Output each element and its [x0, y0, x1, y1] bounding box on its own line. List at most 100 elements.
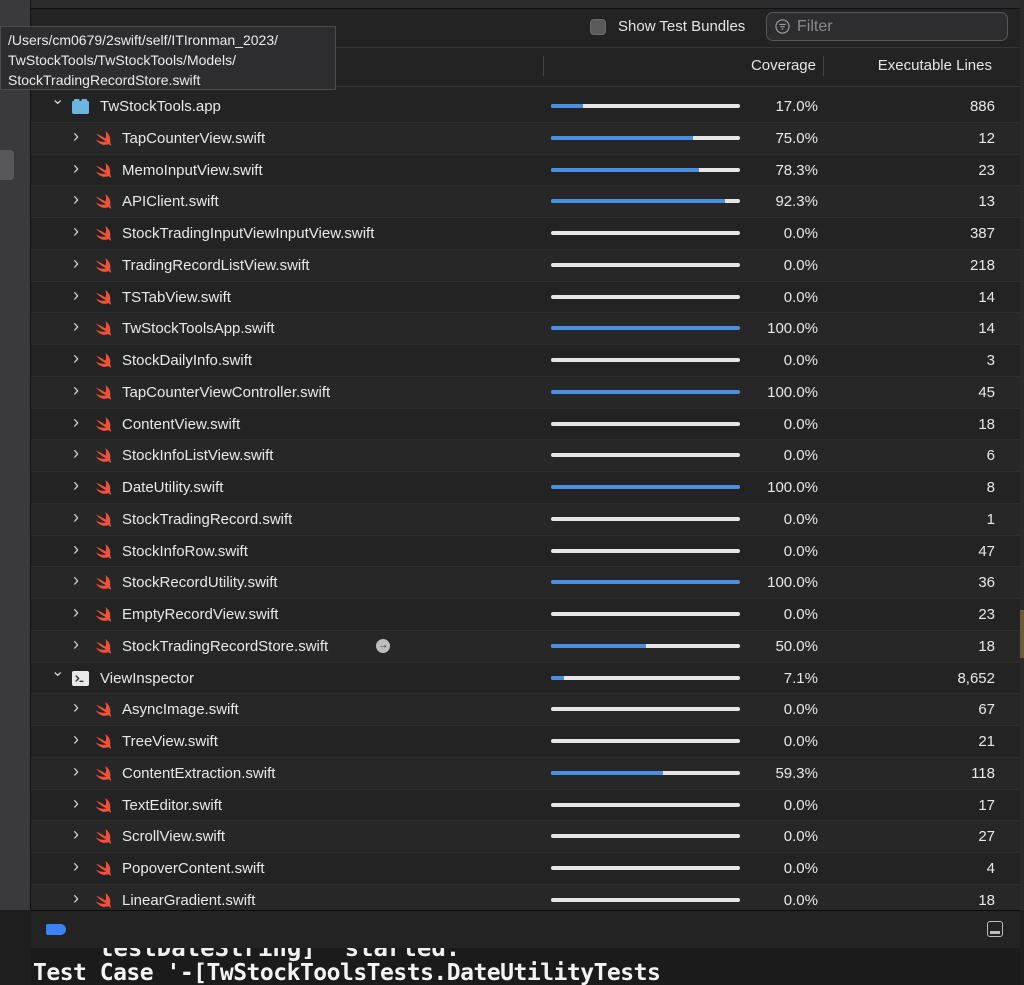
disclosure-collapsed-icon[interactable]: › [73, 381, 85, 399]
disclosure-collapsed-icon[interactable]: › [73, 254, 85, 272]
disclosure-collapsed-icon[interactable]: › [73, 857, 85, 875]
disclosure-collapsed-icon[interactable]: › [73, 571, 85, 589]
file-row[interactable]: › StockDailyInfo.swift 0.0% 3 [31, 345, 1020, 377]
coverage-bar-fill [551, 770, 664, 775]
coverage-percent: 0.0% [783, 828, 818, 846]
swift-icon [95, 321, 112, 337]
jump-to-file-icon[interactable]: → [376, 638, 391, 653]
disclosure-collapsed-icon[interactable]: › [73, 603, 85, 621]
file-row[interactable]: › TwStockToolsApp.swift 100.0% 14 [31, 313, 1020, 345]
file-row[interactable]: › MemoInputView.swift 78.3% 23 [31, 155, 1020, 187]
swift-icon [95, 384, 112, 400]
coverage-percent: 100.0% [767, 479, 818, 496]
column-separator[interactable] [823, 56, 824, 76]
file-row[interactable]: › EmptyRecordView.swift 0.0% 23 [31, 599, 1020, 631]
executable-lines: 3 [986, 352, 995, 369]
disclosure-collapsed-icon[interactable]: › [73, 540, 85, 558]
disclosure-collapsed-icon[interactable]: › [73, 159, 85, 177]
file-row[interactable]: › APIClient.swift 92.3% 13 [31, 186, 1020, 218]
file-row[interactable]: › StockRecordUtility.swift 100.0% 36 [31, 567, 1020, 599]
file-row[interactable]: › StockTradingRecord.swift 0.0% 1 [31, 503, 1020, 536]
disclosure-collapsed-icon[interactable]: › [73, 730, 85, 748]
file-row[interactable]: › LinearGradient.swift 0.0% 18 [31, 884, 1020, 910]
disclosure-collapsed-icon[interactable]: › [73, 286, 85, 304]
executable-lines: 18 [978, 637, 995, 655]
file-name: EmptyRecordView.swift [122, 606, 279, 623]
file-row[interactable]: › ContentExtraction.swift 59.3% 118 [31, 757, 1020, 790]
column-separator[interactable] [543, 56, 544, 76]
coverage-percent: 75.0% [775, 129, 818, 147]
target-row[interactable]: ⌄ ViewInspector 7.1% 8,652 [31, 663, 1020, 695]
tooltip-line: TwStockTools/TwStockTools/Models/ [8, 52, 236, 68]
coverage-percent: 0.0% [783, 606, 818, 623]
filter-field[interactable] [766, 12, 1008, 41]
coverage-bar-fill [551, 643, 646, 648]
file-name: TapCounterView.swift [122, 129, 266, 147]
file-row[interactable]: › ScrollView.swift 0.0% 27 [31, 821, 1020, 853]
disclosure-collapsed-icon[interactable]: › [73, 413, 85, 431]
disclosure-collapsed-icon[interactable]: › [73, 794, 85, 812]
file-row[interactable]: › PopoverContent.swift 0.0% 4 [31, 853, 1020, 885]
navigator-handle[interactable] [0, 150, 14, 180]
file-row[interactable]: › TextEditor.swift 0.0% 17 [31, 790, 1020, 822]
disclosure-expanded-icon[interactable]: ⌄ [51, 663, 64, 679]
disclosure-collapsed-icon[interactable]: › [73, 222, 85, 240]
file-row[interactable]: › TapCounterView.swift 75.0% 12 [31, 122, 1020, 155]
disclosure-collapsed-icon[interactable]: › [73, 825, 85, 843]
coverage-column-header[interactable]: Coverage [751, 57, 816, 74]
disclosure-collapsed-icon[interactable]: › [73, 317, 85, 335]
file-name: StockTradingRecordStore.swift [122, 637, 329, 655]
console-output[interactable]: testDateString]' started. Test Case '-[T… [31, 948, 1020, 985]
show-test-bundles-label[interactable]: Show Test Bundles [618, 18, 745, 35]
file-name: StockTradingRecord.swift [122, 510, 293, 528]
file-row[interactable]: › StockTradingRecordStore.swift → 50.0% 18 [31, 630, 1020, 663]
file-row[interactable]: › StockInfoRow.swift 0.0% 47 [31, 536, 1020, 568]
executable-lines-column-header[interactable]: Executable Lines [878, 57, 992, 74]
file-name: TSTabView.swift [122, 288, 231, 306]
executable-lines: 27 [978, 828, 995, 846]
filter-input[interactable] [795, 16, 999, 38]
swift-icon [95, 797, 112, 813]
disclosure-collapsed-icon[interactable]: › [73, 889, 85, 907]
executable-lines: 218 [969, 256, 995, 274]
coverage-percent: 0.0% [783, 447, 818, 465]
file-row[interactable]: › DateUtility.swift 100.0% 8 [31, 472, 1020, 504]
right-edge [1020, 0, 1024, 910]
executable-lines: 4 [986, 860, 995, 877]
file-name: ContentExtraction.swift [122, 764, 276, 782]
debug-bar [31, 910, 1020, 949]
disclosure-collapsed-icon[interactable]: › [73, 635, 85, 653]
disclosure-collapsed-icon[interactable]: › [73, 698, 85, 716]
filter-icon [775, 19, 790, 34]
coverage-bar-fill [551, 167, 699, 172]
coverage-percent: 0.0% [783, 860, 818, 877]
file-row[interactable]: › TreeView.swift 0.0% 21 [31, 726, 1020, 758]
file-row[interactable]: › StockInfoListView.swift 0.0% 6 [31, 440, 1020, 472]
file-row[interactable]: › StockTradingInputViewInputView.swift 0.0… [31, 218, 1020, 250]
show-test-bundles-checkbox[interactable] [590, 19, 606, 35]
coverage-percent: 59.3% [775, 764, 818, 782]
file-row[interactable]: › TSTabView.swift 0.0% 14 [31, 282, 1020, 314]
coverage-bar [551, 262, 740, 267]
target-row[interactable]: ⌄ TwStockTools.app 17.0% 886 [31, 91, 1020, 123]
file-row[interactable]: › AsyncImage.swift 0.0% 67 [31, 694, 1020, 726]
coverage-percent: 100.0% [767, 320, 818, 338]
coverage-bar [551, 707, 740, 712]
disclosure-collapsed-icon[interactable]: › [73, 508, 85, 526]
disclosure-collapsed-icon[interactable]: › [73, 762, 85, 780]
disclosure-collapsed-icon[interactable]: › [73, 349, 85, 367]
disclosure-collapsed-icon[interactable]: › [73, 127, 85, 145]
disclosure-collapsed-icon[interactable]: › [73, 190, 85, 208]
executable-lines: 886 [969, 98, 995, 115]
disclosure-expanded-icon[interactable]: ⌄ [51, 92, 64, 108]
file-row[interactable]: › TradingRecordListView.swift 0.0% 218 [31, 249, 1020, 282]
disclosure-collapsed-icon[interactable]: › [73, 476, 85, 494]
coverage-bar [551, 580, 740, 585]
coverage-bar [551, 643, 740, 648]
coverage-bar-fill [551, 104, 584, 108]
breakpoint-tag-icon[interactable] [46, 924, 66, 935]
disclosure-collapsed-icon[interactable]: › [73, 444, 85, 462]
file-row[interactable]: › TapCounterViewController.swift 100.0% 45 [31, 376, 1020, 409]
toggle-debug-area-icon[interactable] [987, 921, 1003, 937]
file-row[interactable]: › ContentView.swift 0.0% 18 [31, 409, 1020, 441]
